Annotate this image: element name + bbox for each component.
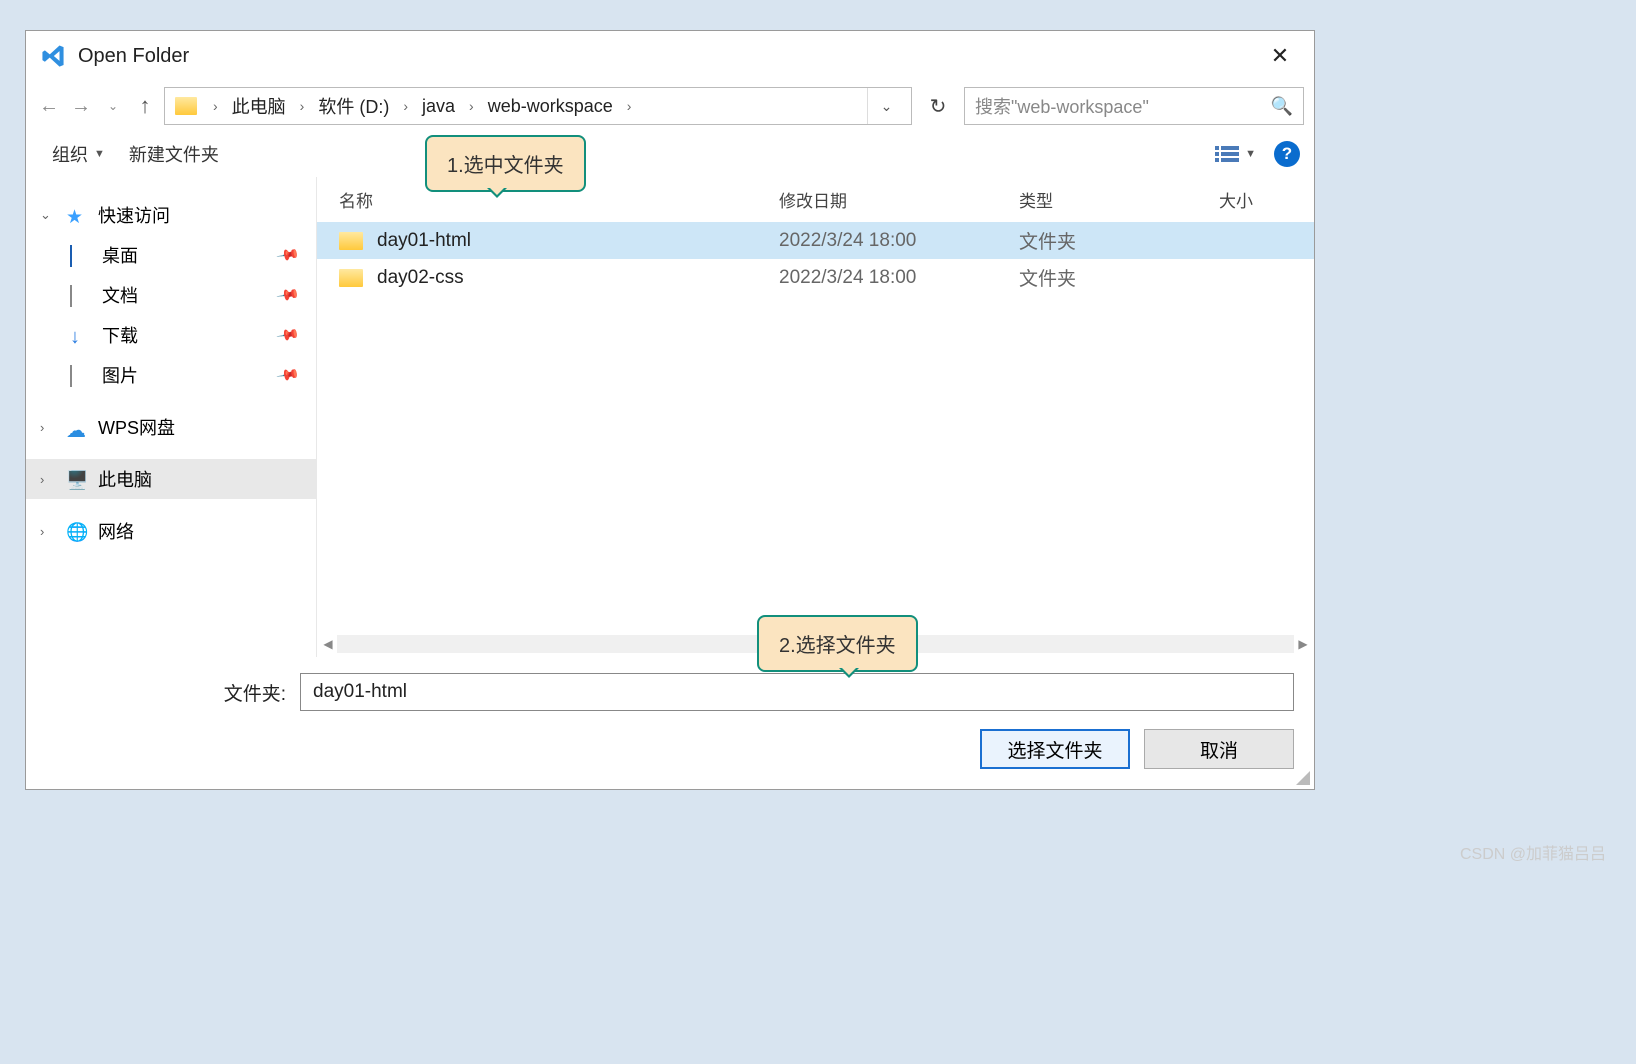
scroll-left-icon[interactable]: ◀ [319,637,337,651]
cancel-button[interactable]: 取消 [1144,729,1294,769]
vscode-icon [40,43,66,69]
pin-icon: 📌 [276,322,302,347]
sidebar-item-this-pc[interactable]: › 🖥️ 此电脑 [26,459,316,499]
sidebar-item-documents[interactable]: 文档 📌 [26,275,316,315]
sidebar-item-network[interactable]: › 🌐 网络 [26,511,316,551]
file-name: day01-html [377,230,471,252]
column-header-size[interactable]: 大小 [1219,187,1253,212]
pin-icon: 📌 [276,362,302,387]
breadcrumb-segment[interactable]: java [418,96,459,117]
forward-button[interactable]: → [68,93,94,119]
column-header-type[interactable]: 类型 [1019,187,1219,212]
chevron-right-icon: › [40,420,56,435]
file-list-pane: 1.选中文件夹 名称 修改日期 类型 大小 day01-html 2022/3/… [316,177,1314,657]
view-icon [1215,144,1239,164]
navigation-bar: ← → ⌄ ↑ › 此电脑 › 软件 (D:) › java › web-wor… [26,81,1314,131]
folder-icon [175,97,197,115]
search-icon: 🔍 [1271,96,1293,117]
breadcrumb-bar[interactable]: › 此电脑 › 软件 (D:) › java › web-workspace ›… [164,87,912,125]
sidebar-label: 快速访问 [98,202,170,228]
chevron-right-icon: › [40,472,56,487]
desktop-icon [70,245,72,267]
view-options-button[interactable]: ▼ [1215,144,1256,164]
sidebar-item-wps[interactable]: › ☁ WPS网盘 [26,407,316,447]
folder-field-label: 文件夹: [206,679,286,706]
recent-dropdown[interactable]: ⌄ [100,93,126,119]
up-button[interactable]: ↑ [132,93,158,119]
search-placeholder: 搜索"web-workspace" [975,93,1271,119]
sidebar-item-quick-access[interactable]: ⌄ ★ 快速访问 [26,195,316,235]
sidebar-label: 网络 [98,518,134,544]
sidebar-label: 图片 [102,362,138,388]
folder-icon [339,269,363,287]
pc-icon: 🖥️ [66,470,88,488]
column-header-date[interactable]: 修改日期 [779,187,1019,212]
select-folder-button[interactable]: 选择文件夹 [980,729,1130,769]
breadcrumb-segment[interactable]: 软件 (D:) [314,93,393,119]
download-icon: ↓ [70,326,92,344]
watermark: CSDN @加菲猫吕吕 [1460,840,1606,864]
sidebar-item-pictures[interactable]: 图片 📌 [26,355,316,395]
chevron-down-icon: ⌄ [40,207,56,223]
help-button[interactable]: ? [1274,141,1300,167]
close-button[interactable]: ✕ [1260,43,1300,69]
refresh-button[interactable]: ↻ [918,87,958,125]
breadcrumb-dropdown[interactable]: ⌄ [867,88,905,124]
chevron-right-icon: › [40,524,56,539]
folder-icon [339,232,363,250]
new-folder-button[interactable]: 新建文件夹 [117,141,231,167]
sidebar-label: 桌面 [102,242,138,268]
sidebar: ⌄ ★ 快速访问 桌面 📌 文档 📌 ↓ 下载 📌 图片 [26,177,316,657]
file-row[interactable]: day02-css 2022/3/24 18:00 文件夹 [317,259,1314,296]
pin-icon: 📌 [276,242,302,267]
organize-menu[interactable]: 组织▼ [40,141,117,167]
breadcrumb-segment[interactable]: web-workspace [484,96,617,117]
scroll-right-icon[interactable]: ▶ [1294,637,1312,651]
pin-icon: 📌 [276,282,302,307]
network-icon: 🌐 [66,522,88,540]
dialog-footer: 文件夹: 选择文件夹 取消 [26,657,1314,789]
annotation-callout: 1.选中文件夹 [425,135,586,192]
document-icon [70,285,72,307]
search-input[interactable]: 搜索"web-workspace" 🔍 [964,87,1304,125]
file-type: 文件夹 [1019,227,1219,254]
resize-grip[interactable] [1292,767,1310,785]
cloud-icon: ☁ [66,418,88,436]
open-folder-dialog: Open Folder ✕ ← → ⌄ ↑ › 此电脑 › 软件 (D:) › … [25,30,1315,790]
breadcrumb-segment[interactable]: 此电脑 [228,93,290,119]
chevron-down-icon: ▼ [94,148,105,160]
file-row[interactable]: day01-html 2022/3/24 18:00 文件夹 [317,222,1314,259]
file-date: 2022/3/24 18:00 [779,230,1019,252]
chevron-right-icon[interactable]: › [294,98,311,114]
sidebar-label: 文档 [102,282,138,308]
sidebar-label: 此电脑 [98,466,152,492]
titlebar: Open Folder ✕ [26,31,1314,81]
folder-name-input[interactable] [300,673,1294,711]
sidebar-item-downloads[interactable]: ↓ 下载 📌 [26,315,316,355]
pictures-icon [70,365,72,387]
sidebar-item-desktop[interactable]: 桌面 📌 [26,235,316,275]
chevron-right-icon[interactable]: › [621,98,638,114]
back-button[interactable]: ← [36,93,62,119]
chevron-right-icon[interactable]: › [463,98,480,114]
file-type: 文件夹 [1019,264,1219,291]
chevron-down-icon: ▼ [1245,148,1256,160]
file-name: day02-css [377,267,464,289]
dialog-title: Open Folder [78,45,1260,68]
toolbar: 组织▼ 新建文件夹 ▼ ? [26,131,1314,177]
dialog-body: ⌄ ★ 快速访问 桌面 📌 文档 📌 ↓ 下载 📌 图片 [26,177,1314,657]
annotation-callout: 2.选择文件夹 [757,615,918,672]
file-date: 2022/3/24 18:00 [779,267,1019,289]
sidebar-label: 下载 [102,322,138,348]
star-icon: ★ [66,206,88,224]
chevron-right-icon[interactable]: › [207,98,224,114]
chevron-right-icon[interactable]: › [397,98,414,114]
sidebar-label: WPS网盘 [98,414,175,440]
